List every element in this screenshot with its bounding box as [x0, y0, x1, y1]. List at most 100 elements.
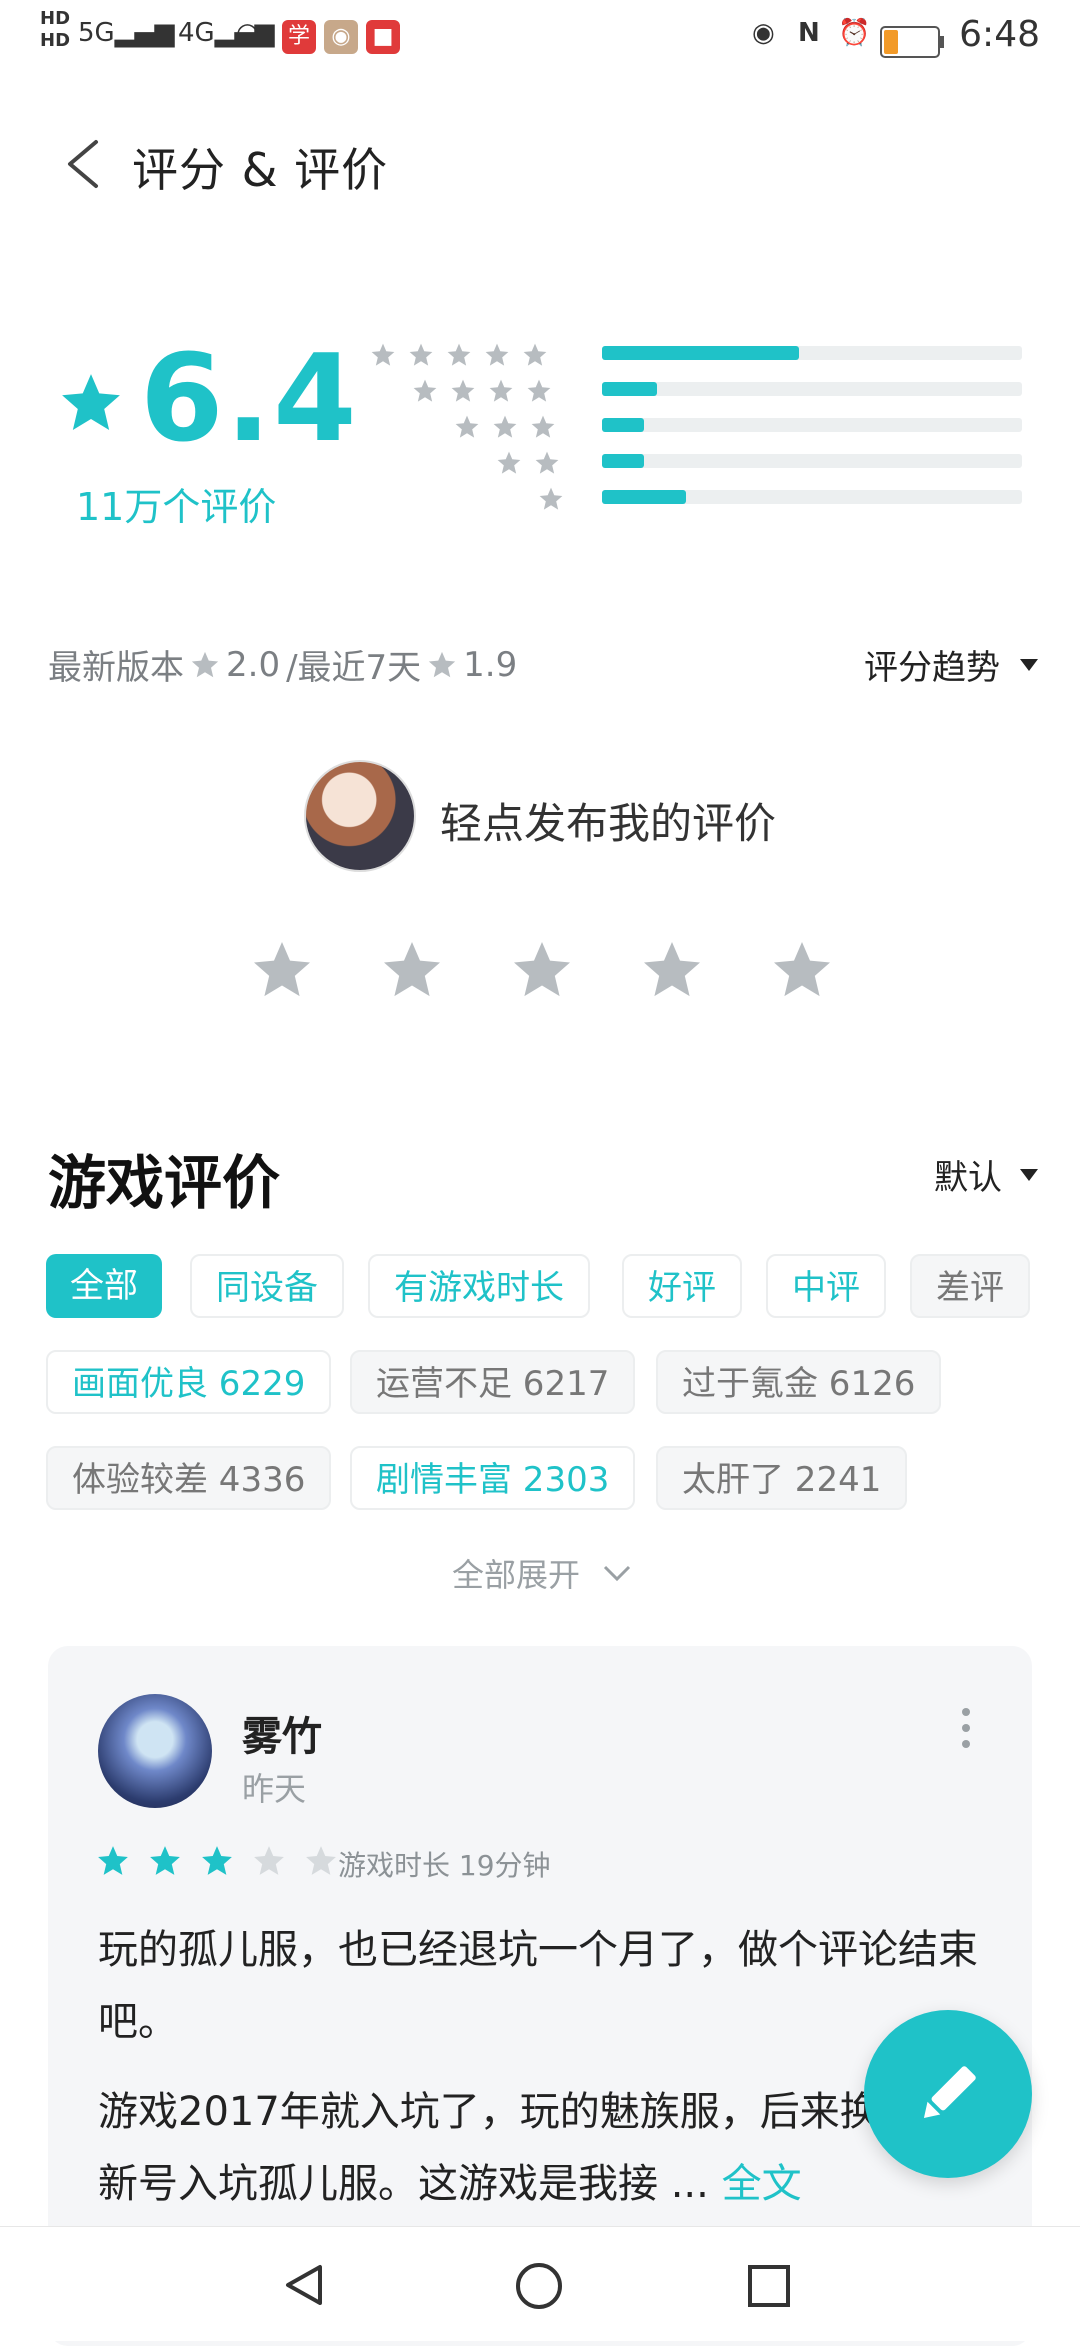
full-text-link[interactable]: 全文: [722, 2161, 802, 2207]
star-icon: [413, 379, 437, 402]
expand-all-button[interactable]: 全部展开: [452, 1550, 632, 1596]
filter-same-device[interactable]: 同设备: [190, 1254, 344, 1318]
recent-score: 1.9: [463, 644, 518, 685]
star-icon: [371, 343, 395, 366]
wifi-icon: ◠: [236, 18, 259, 48]
distribution-bar-2: [602, 454, 1022, 468]
dropdown-arrow-icon: [1020, 658, 1038, 671]
star-icon: [455, 415, 479, 438]
pencil-icon: [923, 2066, 976, 2119]
reviews-section-title: 游戏评价: [48, 1149, 281, 1217]
nfc-icon: N: [798, 18, 820, 48]
review-paragraph: 玩的孤儿服，也已经退坑一个月了，做个评论结束吧。: [98, 1927, 978, 2045]
publish-review-prompt[interactable]: 轻点发布我的评价: [440, 790, 776, 851]
rate-stars[interactable]: [250, 938, 834, 1002]
sort-label: 默认: [934, 1158, 1002, 1198]
avatar[interactable]: [98, 1694, 212, 1808]
page-title: 评分 & 评价: [132, 143, 389, 197]
tag-chip[interactable]: 运营不足 6217: [350, 1350, 636, 1414]
star-icon: [531, 415, 555, 438]
star-icon: [493, 415, 517, 438]
star-icon: [306, 1846, 336, 1875]
review-stars: [96, 1844, 338, 1878]
star-icon: [527, 379, 551, 402]
tag-chip[interactable]: 太肝了 2241: [656, 1446, 908, 1510]
star-icon: [409, 343, 433, 366]
filter-negative[interactable]: 差评: [910, 1254, 1030, 1318]
rating-trend-label: 评分趋势: [864, 648, 1000, 688]
alarm-icon: ⏰: [838, 18, 871, 48]
star-icon: [535, 451, 559, 474]
star-icon: [539, 487, 563, 510]
system-nav-bar: [0, 2226, 1080, 2341]
star-icon: [202, 1846, 232, 1875]
star-icon: [150, 1846, 180, 1875]
record-icon: ■: [366, 20, 400, 54]
distribution-bar-fill: [602, 382, 657, 396]
star-icon: [451, 379, 475, 402]
rate-star-icon[interactable]: [380, 938, 444, 1002]
chevron-down-icon: [603, 1565, 631, 1582]
rate-star-icon[interactable]: [770, 938, 834, 1002]
star-icon: [523, 343, 547, 366]
tag-chip[interactable]: 过于氪金 6126: [656, 1350, 942, 1414]
review-username[interactable]: 雾竹: [242, 1704, 322, 1762]
distribution-bar-fill: [602, 490, 686, 504]
star-icon: [254, 1846, 284, 1875]
signal-4g-icon: 4G▂▄▆: [178, 18, 275, 48]
rating-star-icon: [62, 374, 120, 430]
rate-star-icon[interactable]: [250, 938, 314, 1002]
star-icon: [485, 343, 509, 366]
version-rating-line: 最新版本 2.0 /最近7天 1.9: [48, 640, 517, 689]
distribution-bar-4: [602, 382, 1022, 396]
latest-version-score: 2.0: [226, 644, 281, 685]
rate-star-icon[interactable]: [640, 938, 704, 1002]
sort-dropdown[interactable]: 默认: [934, 1150, 1038, 1199]
filter-positive[interactable]: 好评: [622, 1254, 742, 1318]
star-icon: [489, 379, 513, 402]
my-avatar[interactable]: [304, 760, 416, 872]
star-icon: [497, 451, 521, 474]
nav-recents-icon[interactable]: [746, 2263, 792, 2309]
review-excerpt: 游戏2017年就入坑了，玩的魅族服，后来换机创新号入坑孤儿服。这游戏是我接 ..…: [98, 2089, 960, 2207]
game-app-icon: ◉: [324, 20, 358, 54]
star-icon: [429, 651, 456, 677]
filter-neutral[interactable]: 中评: [766, 1254, 886, 1318]
distribution-bar-fill: [602, 454, 644, 468]
review-date: 昨天: [242, 1770, 307, 1808]
hd-icon: HD HD: [40, 8, 71, 51]
signal-5g-icon: 5G▂▄▆: [78, 18, 175, 48]
tag-chip[interactable]: 体验较差 4336: [46, 1446, 332, 1510]
filter-has-playtime[interactable]: 有游戏时长: [368, 1254, 590, 1318]
star-icon: [447, 343, 471, 366]
back-icon[interactable]: [64, 138, 100, 190]
expand-all-label: 全部展开: [452, 1556, 581, 1594]
distribution-bar-3: [602, 418, 1022, 432]
tag-chip[interactable]: 画面优良 6229: [46, 1350, 332, 1414]
write-review-button[interactable]: [864, 2010, 1032, 2178]
rate-star-icon[interactable]: [510, 938, 574, 1002]
distribution-bar-fill: [602, 418, 644, 432]
eye-icon: ◉: [752, 18, 775, 48]
nav-home-icon[interactable]: [514, 2261, 564, 2311]
rating-trend-dropdown[interactable]: 评分趋势: [864, 640, 1038, 689]
battery-icon: [880, 26, 944, 58]
average-score: 6.4: [140, 330, 359, 469]
study-app-icon: 学: [282, 20, 316, 54]
play-time: 游戏时长 19分钟: [338, 1849, 551, 1882]
star-icon: [191, 651, 219, 677]
dropdown-arrow-icon: [1020, 1168, 1038, 1181]
status-time: 6:48: [959, 14, 1040, 55]
recent-days-label: /最近7天: [286, 648, 422, 688]
distribution-bar-1: [602, 490, 1022, 504]
distribution-bar-5: [602, 346, 1022, 360]
star-icon: [98, 1846, 128, 1875]
status-bar: HD HD 5G▂▄▆ 4G▂▄▆ ◠ 学 ◉ ■ ◉ N ⏰ 6:48: [0, 0, 1080, 80]
nav-back-icon[interactable]: [282, 2263, 326, 2307]
tag-chip[interactable]: 剧情丰富 2303: [350, 1446, 636, 1510]
more-options-icon[interactable]: [962, 1708, 970, 1756]
review-paragraph: 游戏2017年就入坑了，玩的魅族服，后来换机创新号入坑孤儿服。这游戏是我接 ..…: [98, 2076, 998, 2220]
filter-all[interactable]: 全部: [46, 1254, 162, 1318]
distribution-bar-fill: [602, 346, 800, 360]
rating-count: 11万个评价: [76, 485, 277, 529]
